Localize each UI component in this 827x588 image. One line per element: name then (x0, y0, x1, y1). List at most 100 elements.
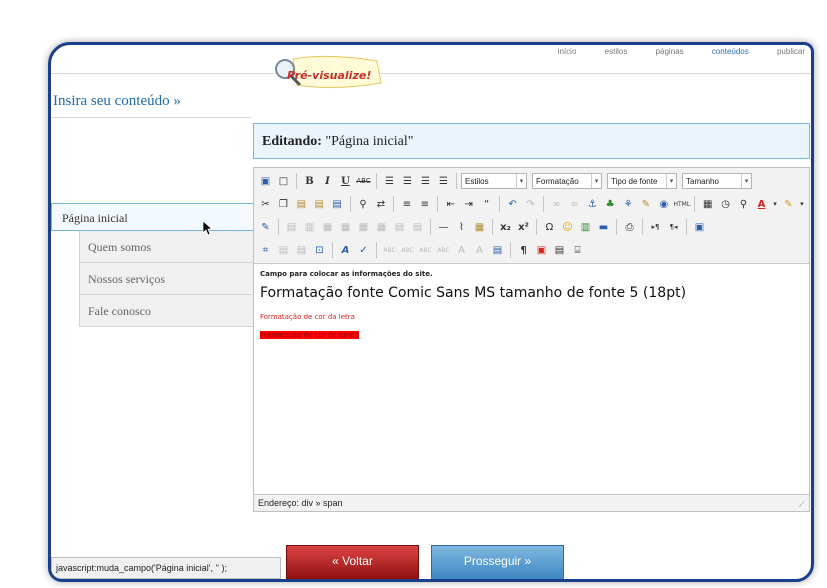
attribs-icon[interactable]: A (471, 242, 488, 259)
menu-item-nossos-servicos[interactable]: Nossos serviços (79, 263, 255, 295)
save-icon[interactable]: ▣ (257, 173, 274, 190)
toolbar-row-3: ✎ ▤ ▥ ▦ ▦ ▦ ▦ ▤ ▤ — ⌇ ▦ x₂ x² Ω ☺ ▥ ▬ ⎙ … (257, 216, 806, 238)
pagebreak-icon[interactable]: ▣ (533, 242, 550, 259)
align-right-icon[interactable]: ☰ (417, 173, 434, 190)
align-justify-icon[interactable]: ☰ (435, 173, 452, 190)
template-insert-icon[interactable]: ▤ (551, 242, 568, 259)
del-icon[interactable]: ABC (435, 242, 452, 259)
link-icon[interactable]: ∞ (548, 196, 565, 213)
resize-handle-icon[interactable]: ⟋ (799, 501, 807, 509)
editor-content[interactable]: Campo para colocar as informações do sit… (254, 264, 809, 347)
chevron-down-icon[interactable]: ▾ (771, 196, 779, 213)
chevron-down-icon[interactable]: ▾ (798, 196, 806, 213)
merge-cells-icon[interactable]: ▦ (355, 219, 372, 236)
nav-item-paginas[interactable]: páginas (656, 47, 684, 56)
bulleted-list-icon[interactable]: ≡ (416, 196, 433, 213)
preview-icon[interactable]: ◉ (655, 196, 672, 213)
insert-row-icon[interactable]: ▤ (391, 219, 408, 236)
table-icon[interactable]: ▦ (471, 219, 488, 236)
html-source-icon[interactable]: HTML (673, 196, 690, 213)
cite-icon[interactable]: ABC (381, 242, 398, 259)
nav-item-estilos[interactable]: estilos (605, 47, 628, 56)
new-page-icon[interactable]: □ (275, 173, 292, 190)
copy-icon[interactable]: ❐ (275, 196, 292, 213)
italic-icon[interactable]: I (319, 173, 336, 190)
fullscreen-icon[interactable]: ▣ (691, 219, 708, 236)
table-row-icon[interactable]: ▤ (283, 219, 300, 236)
brush-icon[interactable]: ✎ (638, 196, 655, 213)
table-col-icon[interactable]: ▥ (301, 219, 318, 236)
acronym-icon[interactable]: ABC (399, 242, 416, 259)
toolbar-separator (536, 219, 537, 235)
align-left-icon[interactable]: ☰ (381, 173, 398, 190)
preview-link[interactable]: Pré-visualize! (287, 69, 371, 82)
print-icon[interactable]: ⎙ (621, 219, 638, 236)
find-icon[interactable]: ⚲ (355, 196, 372, 213)
format-combo[interactable]: Formatação ▾ (532, 173, 602, 189)
cut-icon[interactable]: ✂ (257, 196, 274, 213)
highlight-color-icon[interactable]: ✎ (780, 196, 797, 213)
absolute-icon[interactable]: ⊡ (311, 242, 328, 259)
paste-icon[interactable]: ▤ (293, 196, 310, 213)
numbered-list-icon[interactable]: ≡ (398, 196, 415, 213)
undo-icon[interactable]: ↶ (504, 196, 521, 213)
menu-item-quem-somos[interactable]: Quem somos (79, 231, 255, 263)
attributes-icon[interactable]: ▤ (489, 242, 506, 259)
edit-icon[interactable]: ✎ (257, 219, 274, 236)
outdent-icon[interactable]: ⇤ (442, 196, 459, 213)
styles-combo[interactable]: Estilos ▾ (461, 173, 527, 189)
split-cells-icon[interactable]: ▦ (373, 219, 390, 236)
move-backward-icon[interactable]: ▤ (293, 242, 310, 259)
ins-icon[interactable]: A (453, 242, 470, 259)
nbsp-icon[interactable]: ▬ (595, 219, 612, 236)
table-props-icon[interactable]: ▦ (319, 219, 336, 236)
next-button[interactable]: Prosseguir » (431, 545, 564, 579)
menu-item-fale-conosco[interactable]: Fale conosco (79, 295, 255, 327)
emoticon-icon[interactable]: ☺ (559, 219, 576, 236)
zoom-icon[interactable]: ⚲ (735, 196, 752, 213)
paste-word-icon[interactable]: ▤ (329, 196, 346, 213)
superscript-icon[interactable]: x² (515, 219, 532, 236)
replace-icon[interactable]: ⇄ (373, 196, 390, 213)
anchor-icon[interactable]: ⚓ (584, 196, 601, 213)
nav-item-conteudos[interactable]: conteúdos (712, 47, 749, 56)
unlink-icon[interactable]: ∞ (566, 196, 583, 213)
subscript-icon[interactable]: x₂ (497, 219, 514, 236)
editing-page-name: "Página inicial" (325, 134, 414, 149)
clock-icon[interactable]: ◷ (717, 196, 734, 213)
indent-icon[interactable]: ⇥ (460, 196, 477, 213)
strikethrough-icon[interactable]: ABC (355, 173, 372, 190)
visual-chars-icon[interactable]: ¶ (515, 242, 532, 259)
rtl-icon[interactable]: ¶◂ (665, 219, 682, 236)
ltr-icon[interactable]: ▸¶ (647, 219, 664, 236)
nav-item-publicar[interactable]: publicar (777, 47, 805, 56)
special-char-icon[interactable]: Ω (541, 219, 558, 236)
insert-layer-icon[interactable]: ⌗ (257, 242, 274, 259)
nav-item-inicio[interactable]: início (558, 47, 577, 56)
flash-icon[interactable]: ⚘ (620, 196, 637, 213)
menu-item-pagina-inicial[interactable]: Página inicial (51, 203, 255, 231)
text-color-icon[interactable]: A (753, 196, 770, 213)
size-combo[interactable]: Tamanho ▾ (682, 173, 752, 189)
cleanup-icon[interactable]: ⌇ (453, 219, 470, 236)
redo-icon[interactable]: ↷ (522, 196, 539, 213)
abbr-icon[interactable]: ABC (417, 242, 434, 259)
move-forward-icon[interactable]: ▤ (275, 242, 292, 259)
spellcheck-icon[interactable]: ✓ (355, 242, 372, 259)
image-icon[interactable]: ♣ (602, 196, 619, 213)
styleprops-icon[interactable]: A (337, 242, 354, 259)
horizontal-rule-icon[interactable]: — (435, 219, 452, 236)
visual-aid-icon[interactable]: ⌸ (569, 242, 586, 259)
font-combo[interactable]: Tipo de fonte ▾ (607, 173, 677, 189)
paste-text-icon[interactable]: ▤ (311, 196, 328, 213)
blockquote-icon[interactable]: “ (478, 196, 495, 213)
media-icon[interactable]: ▥ (577, 219, 594, 236)
underline-icon[interactable]: U (337, 173, 354, 190)
chevron-down-icon: ▾ (666, 174, 676, 188)
back-button[interactable]: « Voltar (286, 545, 419, 579)
delete-row-icon[interactable]: ▤ (409, 219, 426, 236)
bold-icon[interactable]: B (301, 173, 318, 190)
template-icon[interactable]: ▦ (699, 196, 716, 213)
align-center-icon[interactable]: ☰ (399, 173, 416, 190)
cell-props-icon[interactable]: ▦ (337, 219, 354, 236)
